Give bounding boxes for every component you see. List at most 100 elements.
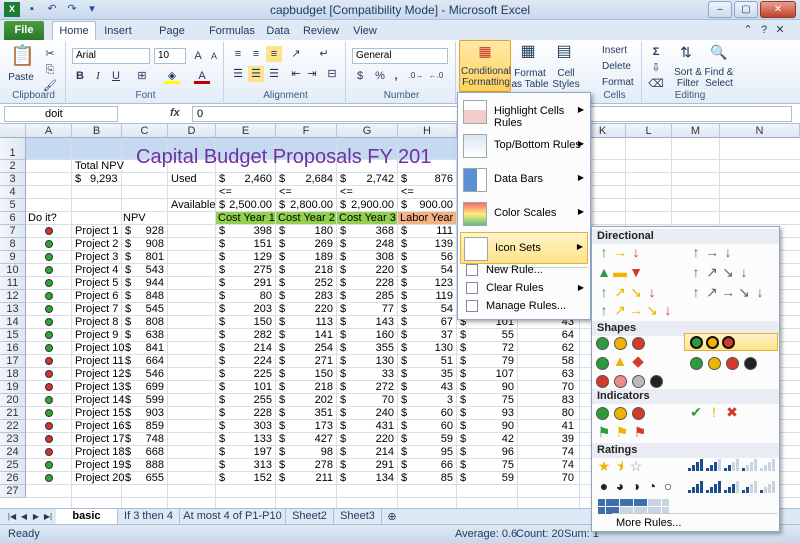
font-size-box[interactable]: 10 <box>154 48 186 64</box>
cost-value[interactable]: 271 <box>276 355 333 368</box>
paste-icon[interactable]: 📋 <box>10 46 35 74</box>
find-select-label-1[interactable]: Find & <box>704 67 734 78</box>
lte-sign-4[interactable]: <= <box>401 186 414 199</box>
comma-style-icon[interactable]: , <box>388 68 404 84</box>
orientation-icon[interactable]: ↗ <box>288 46 304 62</box>
menu-new-rule[interactable]: New Rule... <box>460 261 588 279</box>
italic-icon[interactable]: I <box>90 68 106 84</box>
cost-value[interactable]: 248 <box>337 238 394 251</box>
format-as-table-icon[interactable]: ▦ <box>520 44 536 60</box>
find-select-icon[interactable]: 🔍 <box>710 44 727 60</box>
project-name[interactable]: Project 11 <box>75 355 124 368</box>
used-value-1[interactable]: 2,460 <box>216 173 272 186</box>
cost-value[interactable]: 355 <box>337 342 394 355</box>
npv-value[interactable]: 848 <box>122 290 164 303</box>
cost-value[interactable]: 313 <box>216 459 272 472</box>
cost-value[interactable]: 70 <box>337 394 394 407</box>
cost-value[interactable]: 51 <box>398 355 453 368</box>
col-j-value[interactable]: 80 <box>518 407 574 420</box>
npv-value[interactable]: 655 <box>122 472 164 485</box>
cost-value[interactable]: 113 <box>276 316 333 329</box>
cost-value[interactable]: 189 <box>276 251 333 264</box>
cost-value[interactable]: 285 <box>337 290 394 303</box>
file-tab[interactable]: File <box>4 21 44 40</box>
menu-icon-sets[interactable]: Icon Sets ▶ <box>460 232 588 264</box>
npv-value[interactable]: 638 <box>122 329 164 342</box>
row-header-10[interactable]: 10 <box>0 264 26 277</box>
cost-value[interactable]: 134 <box>337 472 394 485</box>
cost-value[interactable]: 139 <box>398 238 453 251</box>
total-npv-currency[interactable]: $ <box>75 173 81 186</box>
paste-button[interactable]: Paste <box>6 72 36 83</box>
col-i-value[interactable]: 75 <box>458 394 514 407</box>
copy-icon[interactable]: ⎘ <box>42 62 58 78</box>
help-icon[interactable]: ? <box>756 22 772 38</box>
accounting-format-icon[interactable]: $ <box>352 68 368 84</box>
align-center-icon[interactable]: ☰ <box>248 66 264 82</box>
close-button[interactable]: ✕ <box>760 1 796 18</box>
grow-font-icon[interactable]: A <box>190 48 206 64</box>
project-name[interactable]: Project 17 <box>75 433 125 446</box>
sheet-title[interactable]: Capital Budget Proposals FY 201 <box>136 146 431 168</box>
conditional-formatting-button[interactable]: ▦ Conditional Formatting <box>459 40 511 92</box>
cost-value[interactable]: 351 <box>276 407 333 420</box>
project-name[interactable]: Project 4 <box>75 264 118 277</box>
lte-sign-1[interactable]: <= <box>219 186 232 199</box>
npv-value[interactable]: 944 <box>122 277 164 290</box>
cost-value[interactable]: 66 <box>398 459 453 472</box>
row-header-25[interactable]: 25 <box>0 459 26 472</box>
do-it-header[interactable]: Do it? <box>28 212 57 225</box>
npv-value[interactable]: 888 <box>122 459 164 472</box>
npv-value[interactable]: 543 <box>122 264 164 277</box>
cost-value[interactable]: 60 <box>398 420 453 433</box>
cost-value[interactable]: 67 <box>398 316 453 329</box>
cost-value[interactable]: 220 <box>337 433 394 446</box>
cost-value[interactable]: 228 <box>216 407 272 420</box>
delete-cells-button[interactable]: Delete <box>602 61 631 72</box>
cost-value[interactable]: 218 <box>276 381 333 394</box>
percent-style-icon[interactable]: % <box>372 68 388 84</box>
npv-value[interactable]: 699 <box>122 381 164 394</box>
cost-value[interactable]: 278 <box>276 459 333 472</box>
minimize-ribbon-icon[interactable]: ⌃ <box>740 22 756 38</box>
row-header-26[interactable]: 26 <box>0 472 26 485</box>
col-j-value[interactable]: 83 <box>518 394 574 407</box>
cost-value[interactable]: 272 <box>337 381 394 394</box>
cost-value[interactable]: 80 <box>216 290 272 303</box>
cost-value[interactable]: 77 <box>337 303 394 316</box>
col-j-value[interactable]: 39 <box>518 433 574 446</box>
cost-value[interactable]: 368 <box>337 225 394 238</box>
npv-header[interactable]: NPV <box>123 212 146 225</box>
bold-icon[interactable]: B <box>72 68 88 84</box>
available-value-3[interactable]: 2,900.00 <box>337 199 394 212</box>
col-j-value[interactable]: 64 <box>518 329 574 342</box>
format-cells-button[interactable]: Format <box>602 77 634 88</box>
column-header-l[interactable]: L <box>626 124 672 138</box>
cell-styles-label-2[interactable]: Styles <box>550 79 582 90</box>
cost-header-2[interactable]: Cost Year 2 <box>278 212 335 225</box>
project-name[interactable]: Project 12 <box>75 368 125 381</box>
decrease-indent-icon[interactable]: ⇤ <box>288 66 304 82</box>
col-i-value[interactable]: 59 <box>458 472 514 485</box>
project-name[interactable]: Project 1 <box>75 225 118 238</box>
col-i-value[interactable]: 72 <box>458 342 514 355</box>
used-label[interactable]: Used <box>171 173 197 186</box>
row-header-15[interactable]: 15 <box>0 329 26 342</box>
col-i-value[interactable]: 96 <box>458 446 514 459</box>
cost-value[interactable]: 252 <box>276 277 333 290</box>
column-header-a[interactable]: A <box>26 124 72 138</box>
col-j-value[interactable]: 74 <box>518 446 574 459</box>
npv-value[interactable]: 903 <box>122 407 164 420</box>
cost-value[interactable]: 291 <box>216 277 272 290</box>
borders-icon[interactable]: ⊞ <box>134 68 150 84</box>
npv-value[interactable]: 908 <box>122 238 164 251</box>
increase-decimal-icon[interactable]: .0→ <box>408 68 424 84</box>
cell-styles-icon[interactable]: ▤ <box>556 44 572 60</box>
used-value-3[interactable]: 2,742 <box>337 173 394 186</box>
select-all-corner[interactable] <box>0 124 26 138</box>
project-name[interactable]: Project 15 <box>75 407 125 420</box>
fill-icon[interactable]: ⇩ <box>648 60 664 76</box>
project-name[interactable]: Project 16 <box>75 420 125 433</box>
cost-value[interactable]: 150 <box>276 368 333 381</box>
sheet-tab-basic-model[interactable]: basic model <box>56 509 118 536</box>
